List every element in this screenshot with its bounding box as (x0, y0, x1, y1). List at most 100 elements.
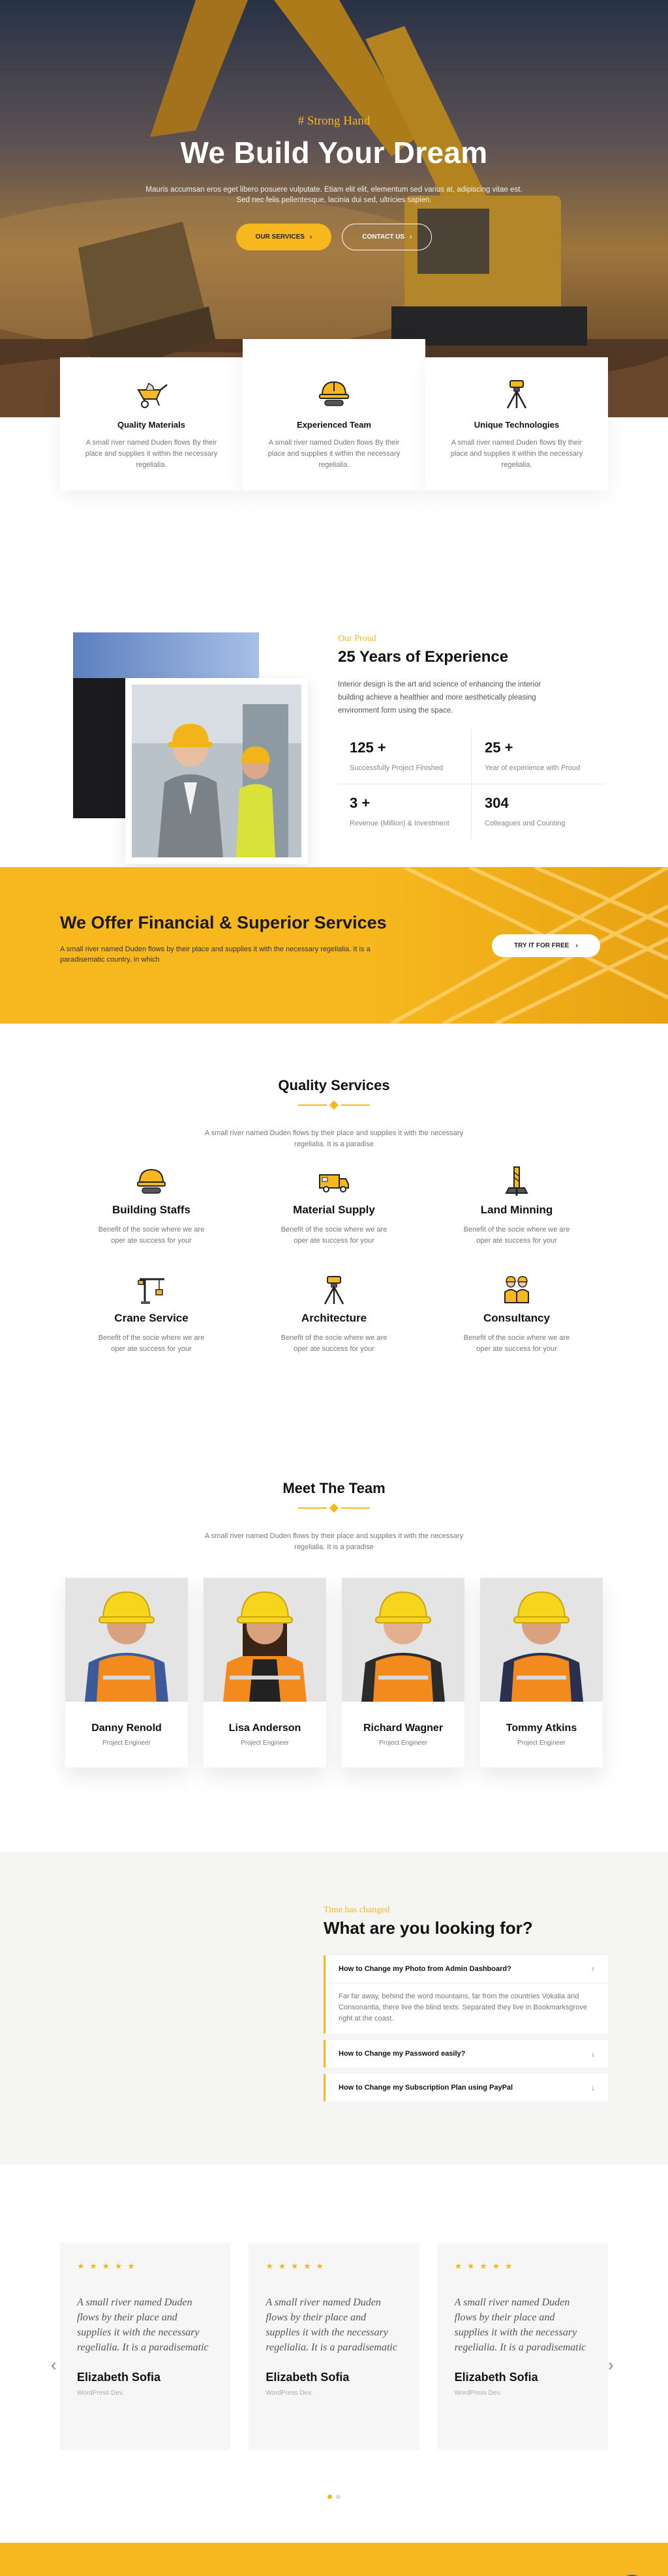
carousel-prev-button[interactable]: ‹ (51, 2355, 57, 2375)
workers-icon (504, 1276, 529, 1303)
feature-text: A small river named Duden flows By their… (267, 439, 401, 469)
worker-portrait (480, 1578, 603, 1702)
service-item[interactable]: Material Supply Benefit of the socie whe… (243, 1164, 425, 1247)
service-text: Benefit of the socie where we are oper a… (98, 1226, 205, 1245)
team-member-card[interactable]: Tommy Atkins Project Engineer (480, 1578, 603, 1768)
service-item[interactable]: Architecture Benefit of the socie where … (243, 1273, 425, 1355)
service-text: Benefit of the socie where we are oper a… (463, 1226, 570, 1245)
team-title: Meet The Team (282, 1480, 386, 1496)
hero-buttons: OUR SERVICES › CONTACT US › (0, 224, 668, 250)
our-services-button[interactable]: OUR SERVICES › (235, 224, 332, 250)
wheelbarrow-icon (137, 382, 168, 408)
team-member-card[interactable]: Richard Wagner Project Engineer (342, 1578, 464, 1768)
faq-kicker: Time has changed (324, 1905, 390, 1915)
stat-number: 3 + (350, 795, 371, 811)
faq-question-text: How to Change my Subscription Plan using… (339, 2084, 513, 2092)
survey-tripod-icon (506, 380, 527, 409)
services-text: A small river named Duden flows by their… (204, 1129, 464, 1148)
member-name: Richard Wagner (363, 1723, 444, 1734)
faq-section: Time has changed What are you looking fo… (0, 1852, 668, 2165)
hero-kicker: # Strong Hand (297, 114, 371, 128)
faq-item-open: How to Change my Photo from Admin Dashbo… (324, 1955, 608, 2034)
try-it-free-label: TRY IT FOR FREE (514, 942, 569, 949)
testimonial-role: WordPress Dev. (454, 2390, 502, 2397)
engineers-photo (125, 678, 308, 864)
service-text: Benefit of the socie where we are oper a… (281, 1226, 387, 1245)
crane-icon (138, 1278, 164, 1304)
experience-title: 25 Years of Experience (338, 648, 509, 666)
drill-rig-icon (505, 1166, 528, 1196)
cta-section: We Offer Financial & Superior Services A… (0, 867, 668, 1024)
rating-stars: ★ ★ ★ ★ ★ (454, 2261, 514, 2271)
sky-backdrop (73, 632, 259, 678)
member-role: Project Engineer (517, 1740, 566, 1747)
service-title: Building Staffs (112, 1204, 190, 1216)
feature-title: Quality Materials (117, 420, 186, 430)
member-info: Lisa Anderson Project Engineer (204, 1702, 326, 1768)
chevron-right-icon: › (309, 233, 312, 241)
service-item[interactable]: Crane Service Benefit of the socie where… (60, 1273, 243, 1355)
rating-stars: ★ ★ ★ ★ ★ (266, 2261, 326, 2271)
testimonial-name: Elizabeth Sofia (77, 2371, 161, 2384)
testimonial-cards: ★ ★ ★ ★ ★ A small river named Duden flow… (60, 2243, 608, 2450)
service-title: Land Minning (480, 1204, 553, 1216)
contact-us-label: CONTACT US (362, 233, 405, 241)
testimonial-name: Elizabeth Sofia (454, 2371, 538, 2384)
feature-text: A small river named Duden flows By their… (450, 439, 583, 469)
faq-question[interactable]: How to Change my Password easily? ↓ (326, 2040, 608, 2067)
our-services-label: OUR SERVICES (255, 233, 305, 241)
member-name: Tommy Atkins (506, 1723, 577, 1734)
cta-title: We Offer Financial & Superior Services (60, 913, 387, 932)
stat-item: 3 + Revenue (Million) & Investment (338, 784, 472, 839)
faq-question[interactable]: How to Change my Subscription Plan using… (326, 2074, 608, 2101)
service-item[interactable]: Land Minning Benefit of the socie where … (425, 1164, 608, 1247)
divider (0, 1503, 668, 1513)
member-info: Danny Renold Project Engineer (65, 1702, 188, 1768)
try-it-free-button[interactable]: TRY IT FOR FREE › (492, 934, 600, 957)
member-photo (65, 1578, 188, 1702)
member-role: Project Engineer (102, 1740, 151, 1747)
worker-portrait (65, 1578, 188, 1702)
survey-tripod-icon (324, 1276, 344, 1305)
stat-number: 25 + (485, 739, 513, 756)
cta-text: A small river named Duden flows by their… (60, 945, 371, 964)
rating-stars: ★ ★ ★ ★ ★ (77, 2261, 136, 2271)
arrow-up-icon: ↑ (591, 1964, 595, 1974)
faq-title: What are you looking for? (324, 1918, 533, 1938)
service-text: Benefit of the socie where we are oper a… (98, 1334, 205, 1353)
services-title: Quality Services (278, 1077, 390, 1093)
member-photo (480, 1578, 603, 1702)
experience-content: Our Proud 25 Years of Experience Interio… (338, 634, 605, 839)
worker-portrait (342, 1578, 464, 1702)
stat-item: 125 + Successfully Project Finished (338, 729, 472, 784)
faq-question[interactable]: How to Change my Photo from Admin Dashbo… (326, 1955, 608, 1983)
member-name: Danny Renold (91, 1723, 162, 1734)
stat-number: 125 + (350, 739, 386, 756)
experience-images (73, 632, 314, 874)
hardhat-icon (137, 1168, 166, 1194)
service-item[interactable]: Consultancy Benefit of the socie where w… (425, 1273, 608, 1355)
carousel-next-button[interactable]: › (608, 2355, 614, 2375)
hardhat-icon (319, 381, 349, 406)
team-cards: Danny Renold Project Engineer Lisa Ander (0, 1578, 668, 1768)
faq-content: Time has changed What are you looking fo… (324, 1905, 608, 2108)
carousel-dot-active[interactable] (327, 2495, 332, 2499)
team-member-card[interactable]: Danny Renold Project Engineer (65, 1578, 188, 1768)
faq-item: How to Change my Password easily? ↓ (324, 2040, 608, 2067)
contact-us-button[interactable]: CONTACT US › (342, 224, 433, 250)
stats-grid: 125 + Successfully Project Finished 25 +… (338, 729, 605, 839)
feature-card: Unique Technologies A small river named … (425, 357, 608, 490)
carousel-dot[interactable] (336, 2495, 341, 2499)
testimonial-card: ★ ★ ★ ★ ★ A small river named Duden flow… (437, 2243, 608, 2450)
hero-content: # Strong Hand We Build Your Dream Mauris… (0, 114, 668, 250)
stat-label: Colleagues and Counting (485, 820, 566, 827)
service-item[interactable]: Building Staffs Benefit of the socie whe… (60, 1164, 243, 1247)
faq-question-text: How to Change my Photo from Admin Dashbo… (339, 1965, 511, 1973)
stat-label: Year of experience with Proud (485, 764, 581, 772)
team-member-card[interactable]: Lisa Anderson Project Engineer (204, 1578, 326, 1768)
services-grid: Building Staffs Benefit of the socie whe… (60, 1164, 608, 1355)
testimonial-quote: A small river named Duden flows by their… (77, 2297, 209, 2353)
stat-item: 25 + Year of experience with Proud (472, 729, 605, 784)
testimonial-quote: A small river named Duden flows by their… (454, 2297, 586, 2353)
experience-section: Our Proud 25 Years of Experience Interio… (0, 574, 668, 867)
